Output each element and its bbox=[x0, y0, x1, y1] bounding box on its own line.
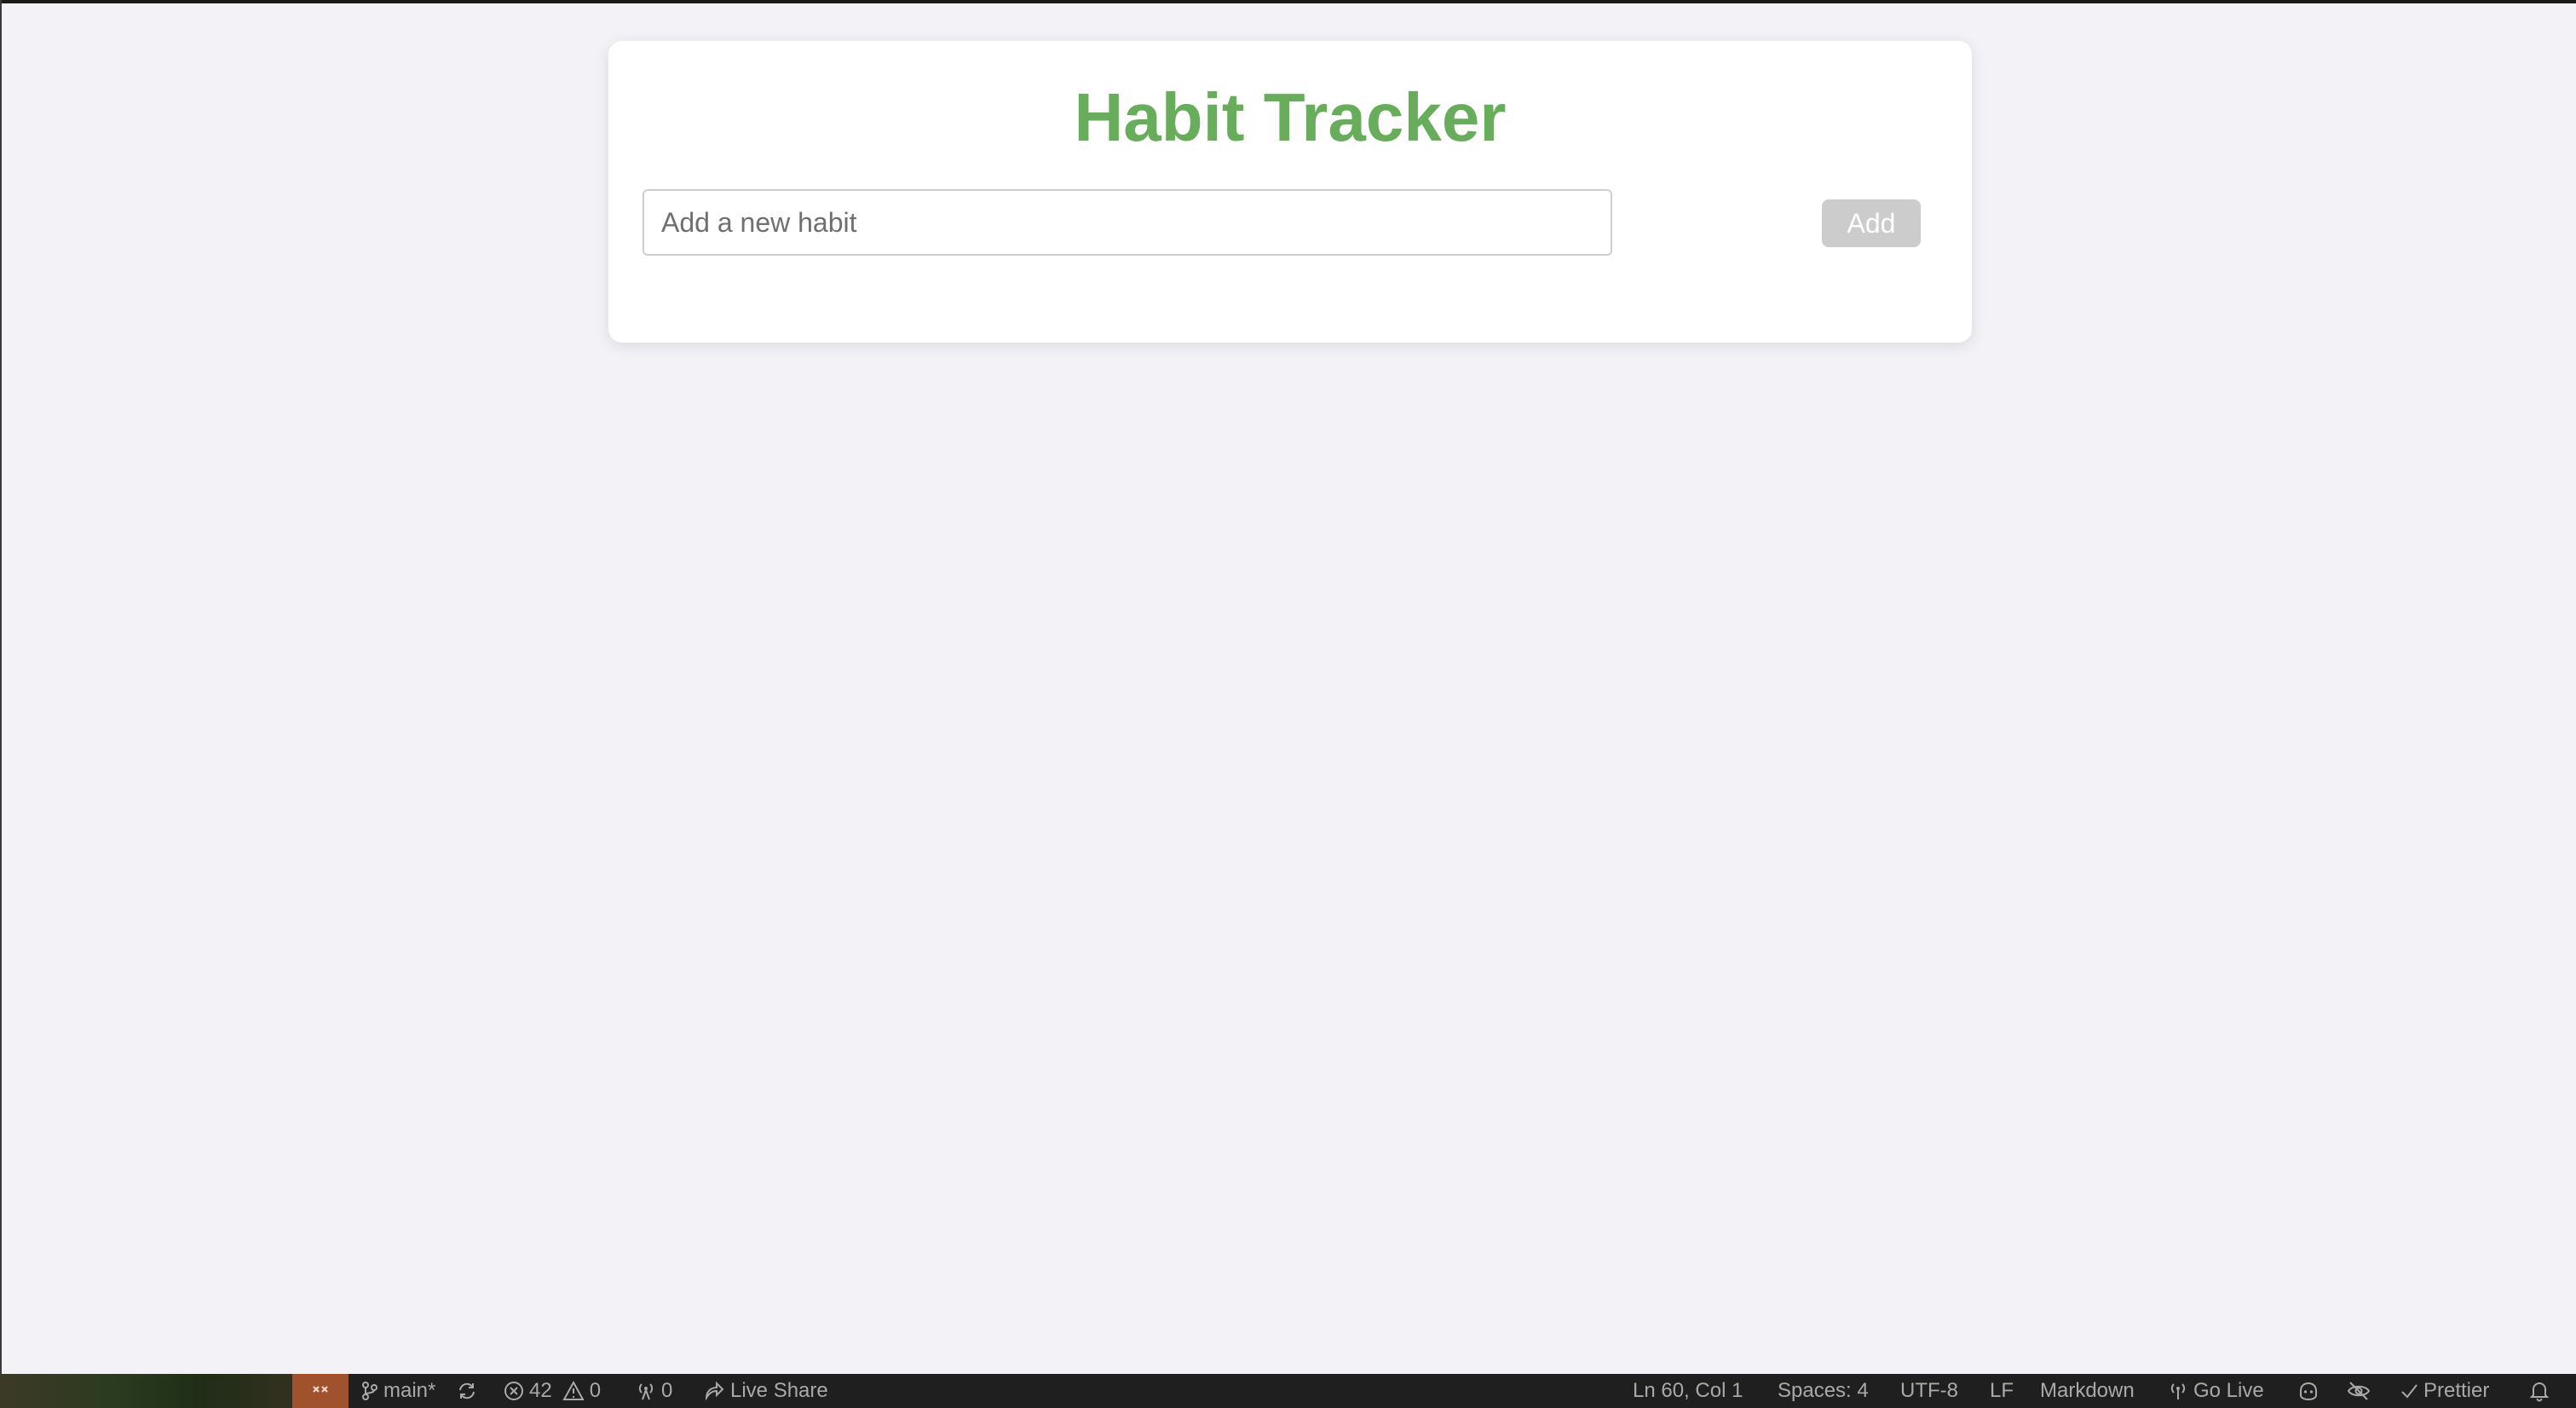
eye-off-icon bbox=[2347, 1380, 2371, 1402]
ports-indicator[interactable]: 0 bbox=[636, 1374, 672, 1408]
habit-tracker-card: Habit Tracker Add bbox=[608, 41, 1972, 343]
add-habit-button[interactable]: Add bbox=[1822, 199, 1921, 247]
git-branch-icon bbox=[361, 1381, 378, 1401]
browser-viewport: Habit Tracker Add bbox=[2, 3, 2576, 1374]
notifications-button[interactable] bbox=[2529, 1374, 2550, 1408]
encoding: UTF-8 bbox=[1900, 1379, 1958, 1402]
broadcast-icon bbox=[636, 1381, 656, 1401]
sync-icon bbox=[456, 1380, 478, 1402]
prettier-button[interactable]: Prettier bbox=[2400, 1374, 2489, 1408]
ports-count: 0 bbox=[661, 1379, 673, 1402]
copilot-button[interactable] bbox=[2297, 1374, 2320, 1408]
no-eye-button[interactable] bbox=[2347, 1374, 2371, 1408]
warning-icon bbox=[562, 1381, 585, 1401]
bell-icon bbox=[2529, 1380, 2550, 1402]
copilot-icon bbox=[2297, 1380, 2320, 1402]
language-mode: Markdown bbox=[2040, 1379, 2135, 1402]
cursor-position: Ln 60, Col 1 bbox=[1633, 1379, 1743, 1402]
branch-name: main* bbox=[383, 1379, 436, 1402]
branch-indicator[interactable]: main* bbox=[361, 1374, 435, 1408]
desktop-wallpaper-strip bbox=[0, 1374, 292, 1408]
warning-count: 0 bbox=[589, 1379, 602, 1402]
indentation-indicator[interactable]: Spaces: 4 bbox=[1778, 1374, 1869, 1408]
remote-window-icon bbox=[311, 1378, 330, 1405]
remote-indicator-button[interactable] bbox=[292, 1374, 349, 1408]
go-live-label: Go Live bbox=[2193, 1379, 2264, 1402]
cursor-position-indicator[interactable]: Ln 60, Col 1 bbox=[1633, 1374, 1743, 1408]
error-icon bbox=[504, 1381, 524, 1401]
language-mode-indicator[interactable]: Markdown bbox=[2040, 1374, 2135, 1408]
encoding-indicator[interactable]: UTF-8 bbox=[1900, 1374, 1958, 1408]
live-share-button[interactable]: Live Share bbox=[703, 1374, 828, 1408]
indentation: Spaces: 4 bbox=[1778, 1379, 1869, 1402]
status-bar: main* 42 0 0 Live Share Ln 60, Col 1 Spa… bbox=[0, 1374, 2576, 1408]
live-share-label: Live Share bbox=[730, 1379, 828, 1402]
broadcast-icon bbox=[2168, 1381, 2188, 1401]
problems-indicator[interactable]: 42 0 bbox=[504, 1374, 601, 1408]
new-habit-input[interactable] bbox=[643, 189, 1612, 256]
check-icon bbox=[2400, 1382, 2418, 1400]
error-count: 42 bbox=[529, 1379, 552, 1402]
page-title: Habit Tracker bbox=[1074, 79, 1507, 155]
prettier-label: Prettier bbox=[2423, 1379, 2490, 1402]
sync-button[interactable] bbox=[456, 1374, 478, 1408]
eol: LF bbox=[1990, 1379, 2014, 1402]
go-live-button[interactable]: Go Live bbox=[2168, 1374, 2264, 1408]
live-share-icon bbox=[703, 1381, 725, 1401]
eol-indicator[interactable]: LF bbox=[1990, 1374, 2014, 1408]
